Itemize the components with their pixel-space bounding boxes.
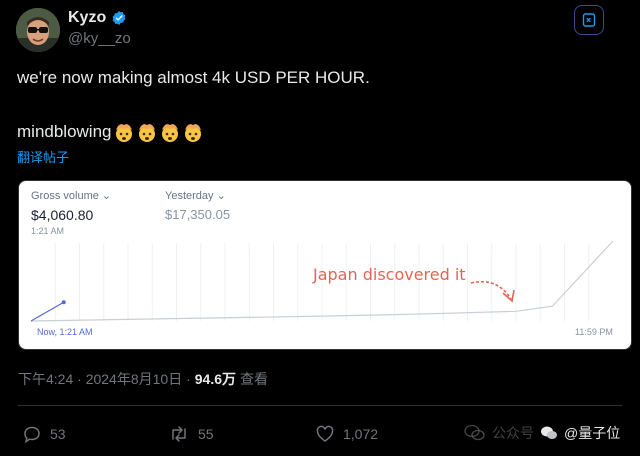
author-display-name[interactable]: Kyzo (68, 9, 106, 27)
exploding-head-emoji-icon (161, 124, 178, 142)
wechat-icon (541, 426, 557, 439)
author-handle[interactable]: @ky__zo (68, 30, 131, 47)
reply-button[interactable]: 53 (22, 424, 66, 444)
divider (18, 405, 622, 406)
tweet-text-line2: mindblowing (17, 121, 204, 143)
heart-icon (316, 425, 334, 442)
verified-badge-icon (112, 11, 126, 25)
grok-icon (582, 13, 596, 27)
watermark: 公众号 @量子位 (464, 423, 620, 443)
x-axis-end-label: 11:59 PM (575, 327, 613, 337)
avatar[interactable] (16, 8, 60, 52)
today-series-point (61, 300, 66, 305)
author-name-row[interactable]: Kyzo (68, 9, 127, 27)
repost-button[interactable]: 55 (168, 424, 214, 444)
like-count: 1,072 (343, 426, 379, 442)
repost-count: 55 (198, 426, 214, 442)
tweet-text-line1: we're now making almost 4k USD PER HOUR. (17, 68, 370, 87)
reply-count: 53 (50, 426, 66, 442)
tweet-timestamp[interactable]: 下午4:24 · 2024年8月10日 · (18, 369, 191, 389)
grok-button[interactable] (574, 5, 604, 35)
reply-icon (24, 426, 40, 444)
exploding-head-emoji-icon (115, 124, 132, 142)
tweet-meta: 下午4:24 · 2024年8月10日 · 94.6万 查看 (18, 369, 268, 389)
watermark-text: @量子位 (564, 425, 621, 441)
attached-image-card[interactable]: Gross volume ⌄ $4,060.80 1:21 AM Yesterd… (18, 180, 632, 350)
tweet-text-mindblowing: mindblowing (17, 122, 112, 141)
watermark-faded-text: 公众号 (492, 425, 534, 441)
repost-icon (172, 426, 186, 442)
view-count: 94.6万 (194, 371, 236, 387)
view-count-label: 查看 (240, 371, 268, 387)
chart-annotation: Japan discovered it (313, 265, 466, 284)
exploding-head-emoji-icon (184, 124, 201, 142)
translate-post-link[interactable]: 翻译帖子 (17, 147, 69, 166)
like-button[interactable]: 1,072 (315, 424, 378, 444)
x-axis-start-label: Now, 1:21 AM (37, 327, 93, 337)
today-series-line (30, 301, 65, 322)
annotation-arrow-icon (470, 280, 512, 300)
wechat-icon (464, 424, 485, 441)
exploding-head-emoji-icon (138, 124, 155, 142)
